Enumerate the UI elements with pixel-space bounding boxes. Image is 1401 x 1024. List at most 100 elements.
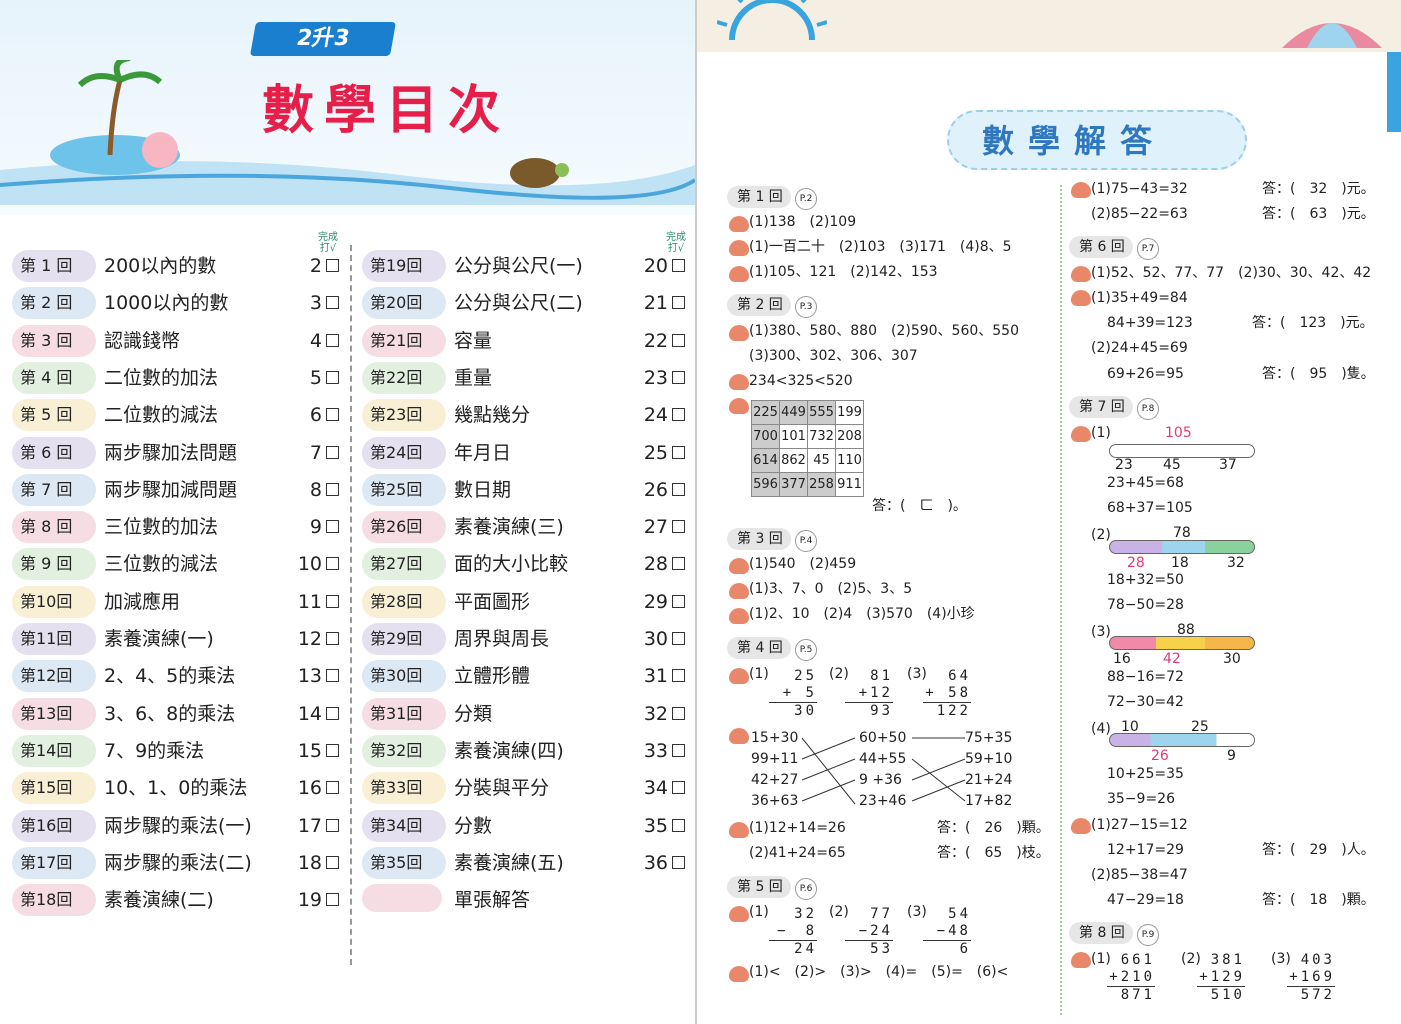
lesson-page-number: 19	[297, 889, 322, 912]
toc-row[interactable]: 第28回 平面圖形 29	[362, 585, 695, 620]
toc-row[interactable]: 第 8 回三位數的加法 9	[12, 511, 352, 545]
done-checkbox[interactable]	[326, 370, 339, 384]
done-checkbox[interactable]	[326, 408, 339, 422]
done-checkbox[interactable]	[672, 855, 685, 869]
toc-row[interactable]: 第33回 分裝與平分 34	[362, 772, 695, 806]
toc-row[interactable]: 第13回 3、6、8的乘法 14	[12, 697, 352, 732]
toc-row[interactable]: 第29回 周界與周長 30	[362, 623, 695, 657]
toc-row[interactable]: 第15回 10、1、0的乘法 16	[12, 772, 352, 806]
toc-row[interactable]: 第35回 素養演練(五) 36	[362, 846, 695, 881]
toc-row[interactable]: 第 4 回二位數的加法 5	[12, 361, 352, 396]
done-checkbox[interactable]	[326, 781, 339, 795]
toc-row[interactable]: 第16回 兩步驟的乘法(一) 17	[12, 809, 352, 844]
done-checkbox[interactable]	[326, 855, 339, 869]
lesson-page-number: 13	[297, 665, 322, 688]
done-checkbox[interactable]	[672, 333, 685, 347]
toc-row[interactable]: 第14回 7、9的乘法 15	[12, 734, 352, 769]
toc-row[interactable]: 第23回 幾點幾分 24	[362, 399, 695, 433]
page-ref: P.6	[795, 878, 817, 900]
toc-row[interactable]: 第25回 數日期 26	[362, 473, 695, 508]
lesson-page-number: 31	[643, 665, 668, 688]
toc-row[interactable]: 第24回 年月日 25	[362, 436, 695, 471]
crab-icon	[729, 966, 749, 982]
bar-label: 16	[1113, 651, 1131, 667]
vertical-result: 6	[959, 941, 971, 957]
done-checkbox[interactable]	[326, 818, 339, 832]
done-checkbox[interactable]	[326, 669, 339, 683]
done-checkbox[interactable]	[672, 818, 685, 832]
toc-row[interactable]: 第 7 回兩步驟加減問題 8	[12, 473, 352, 508]
answer-line: 68+37=105	[1107, 500, 1193, 516]
toc-row[interactable]: 第27回 面的大小比較 28	[362, 548, 695, 582]
lesson-page-number: 15	[297, 739, 322, 762]
done-checkbox[interactable]	[326, 259, 339, 272]
bar-label: 37	[1219, 457, 1237, 473]
toc-row[interactable]: 第10回 加減應用 11	[12, 585, 352, 620]
lesson-page-number: 21	[643, 292, 668, 315]
done-checkbox[interactable]	[326, 296, 339, 310]
toc-row[interactable]: 第12回 2、4、5的乘法 13	[12, 660, 352, 694]
done-checkbox[interactable]	[672, 557, 685, 571]
done-checkbox[interactable]	[326, 445, 339, 459]
toc-row[interactable]: 第31回 分類 32	[362, 697, 695, 732]
lesson-tag: 第 6 回	[12, 436, 96, 469]
done-checkbox[interactable]	[326, 333, 339, 347]
done-checkbox[interactable]	[672, 445, 685, 459]
toc-row[interactable]: 第17回 兩步驟的乘法(二) 18	[12, 846, 352, 881]
done-checkbox[interactable]	[672, 370, 685, 384]
done-checkbox[interactable]	[326, 594, 339, 608]
done-checkbox[interactable]	[672, 632, 685, 645]
done-checkbox[interactable]	[326, 482, 339, 496]
crab-icon	[729, 906, 749, 922]
done-checkbox[interactable]	[672, 669, 685, 683]
done-checkbox[interactable]	[326, 632, 339, 645]
toc-row[interactable]: 第 5 回二位數的減法 6	[12, 399, 352, 433]
done-checkbox[interactable]	[326, 743, 339, 757]
lesson-title: 素養演練(二)	[104, 889, 214, 912]
done-checkbox[interactable]	[672, 408, 685, 422]
toc-row[interactable]: 第 2 回 1000以內的數 3	[12, 287, 352, 321]
done-checkbox[interactable]	[672, 743, 685, 757]
done-checkbox[interactable]	[672, 482, 685, 496]
lesson-page-number: 36	[643, 851, 668, 874]
lesson-title: 數日期	[454, 478, 512, 501]
vertical-result: 510	[1210, 987, 1245, 1003]
done-checkbox[interactable]	[326, 520, 339, 534]
toc-row[interactable]: 第26回 素養演練(三) 27	[362, 511, 695, 545]
lesson-title: 幾點幾分	[454, 404, 531, 427]
lesson-title: 素養演練(三)	[454, 516, 564, 539]
toc-row[interactable]: 第32回 素養演練(四) 33	[362, 734, 695, 769]
toc-row[interactable]: 第20回 公分與公尺(二) 21	[362, 287, 695, 321]
lesson-page-number: 4	[309, 329, 322, 352]
left-page: 2升3 數學目次 完成打√ 完成打√ 第 1 回 200以內的數 2 第 2 回 100…	[0, 0, 695, 1024]
done-checkbox[interactable]	[672, 520, 685, 534]
lesson-page-number: 26	[643, 478, 668, 501]
toc-row[interactable]: 第22回 重量 23	[362, 361, 695, 396]
toc-row[interactable]: 第11回 素養演練(一) 12	[12, 623, 352, 657]
vertical-diff: 54 −48 6	[923, 906, 971, 958]
toc-row[interactable]: 第 9 回三位數的減法 10	[12, 548, 352, 582]
done-checkbox[interactable]	[672, 706, 685, 720]
done-checkbox[interactable]	[672, 259, 685, 272]
vertical-operand: −24	[845, 923, 893, 941]
done-checkbox[interactable]	[326, 893, 339, 907]
matching-lines	[801, 737, 966, 805]
toc-row[interactable]: 第19回 公分與公尺(一) 20	[362, 250, 695, 284]
toc-row[interactable]: 第21回 容量 22	[362, 324, 695, 359]
toc-row[interactable]: 單張解答	[362, 884, 695, 918]
lesson-tag: 第32回	[362, 734, 446, 767]
grid-cell: 614	[751, 448, 780, 473]
toc-row[interactable]: 第 1 回 200以內的數 2	[12, 250, 352, 284]
toc-row[interactable]: 第30回 立體形體 31	[362, 660, 695, 694]
done-checkbox[interactable]	[672, 594, 685, 608]
done-checkbox[interactable]	[672, 781, 685, 795]
done-checkbox[interactable]	[326, 706, 339, 720]
done-checkbox[interactable]	[672, 296, 685, 310]
toc-row[interactable]: 第34回 分數 35	[362, 809, 695, 844]
done-checkbox[interactable]	[326, 557, 339, 571]
toc-row[interactable]: 第 6 回兩步驟加法問題 7	[12, 436, 352, 471]
toc-row[interactable]: 第 3 回認識錢幣 4	[12, 324, 352, 359]
toc-row[interactable]: 第18回 素養演練(二) 19	[12, 884, 352, 918]
lesson-page-number: 12	[297, 628, 322, 650]
lesson-title: 二位數的加法	[104, 366, 219, 389]
